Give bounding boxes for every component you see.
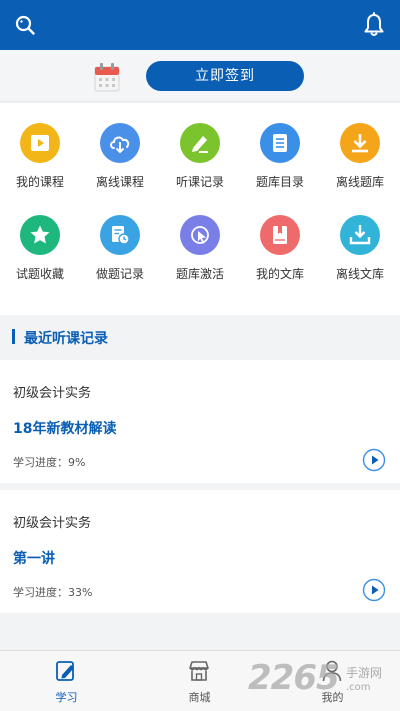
cursor-click-icon (180, 215, 220, 255)
pencil-icon (180, 123, 220, 163)
card-lesson-title[interactable]: 18年新教材解读 (13, 418, 116, 438)
store-icon (189, 661, 209, 681)
watermark: 2265 手游网 .com (248, 656, 400, 706)
grid-item-offline-questions[interactable]: 离线题库 (320, 123, 400, 213)
list-document-icon (260, 123, 300, 163)
lecture-card[interactable]: 初级会计实务 第一讲 学习进度：33% (0, 490, 400, 613)
signin-button[interactable]: 立即签到 (146, 61, 304, 91)
watermark-number: 2265 (248, 658, 340, 698)
grid-item-offline-courses[interactable]: 离线课程 (80, 123, 160, 213)
tab-store[interactable]: 商城 (133, 651, 266, 711)
play-video-icon (20, 123, 60, 163)
watermark-domain: .com (346, 682, 371, 693)
calendar-icon (94, 63, 120, 92)
grid-item-question-activation[interactable]: 题库激活 (160, 215, 240, 305)
tray-download-icon (340, 215, 380, 255)
signin-bar: 立即签到 (0, 50, 400, 102)
grid-item-my-courses[interactable]: 我的课程 (0, 123, 80, 213)
play-icon[interactable] (362, 578, 386, 602)
download-icon (340, 123, 380, 163)
edit-icon (56, 661, 74, 681)
section-title: 最近听课记录 (24, 331, 108, 347)
play-icon[interactable] (362, 448, 386, 472)
grid-item-question-favorites[interactable]: 试题收藏 (0, 215, 80, 305)
cloud-download-icon (100, 123, 140, 163)
section-accent-bar (12, 329, 15, 344)
tab-study[interactable]: 学习 (0, 651, 133, 711)
card-progress: 学习进度：9% (13, 456, 86, 469)
bell-icon[interactable] (362, 12, 386, 38)
book-icon (260, 215, 300, 255)
card-lesson-title[interactable]: 第一讲 (13, 548, 55, 568)
card-subject: 初级会计实务 (13, 386, 92, 401)
grid-item-offline-library[interactable]: 离线文库 (320, 215, 400, 305)
watermark-site: 手游网 (346, 666, 383, 680)
recent-section-header: 最近听课记录 (0, 315, 400, 359)
grid-item-lecture-records[interactable]: 听课记录 (160, 123, 240, 213)
card-subject: 初级会计实务 (13, 516, 92, 531)
feature-grid: 我的课程 离线课程 听课记录 题库目录 离线题库 试题收藏 做题记录 题库激活 … (0, 103, 400, 315)
lecture-card[interactable]: 初级会计实务 18年新教材解读 学习进度：9% (0, 360, 400, 483)
star-icon (20, 215, 60, 255)
search-icon[interactable] (14, 14, 36, 36)
card-progress: 学习进度：33% (13, 586, 93, 599)
grid-item-practice-records[interactable]: 做题记录 (80, 215, 160, 305)
grid-item-question-catalog[interactable]: 题库目录 (240, 123, 320, 213)
grid-item-my-library[interactable]: 我的文库 (240, 215, 320, 305)
top-bar (0, 0, 400, 50)
document-clock-icon (100, 215, 140, 255)
